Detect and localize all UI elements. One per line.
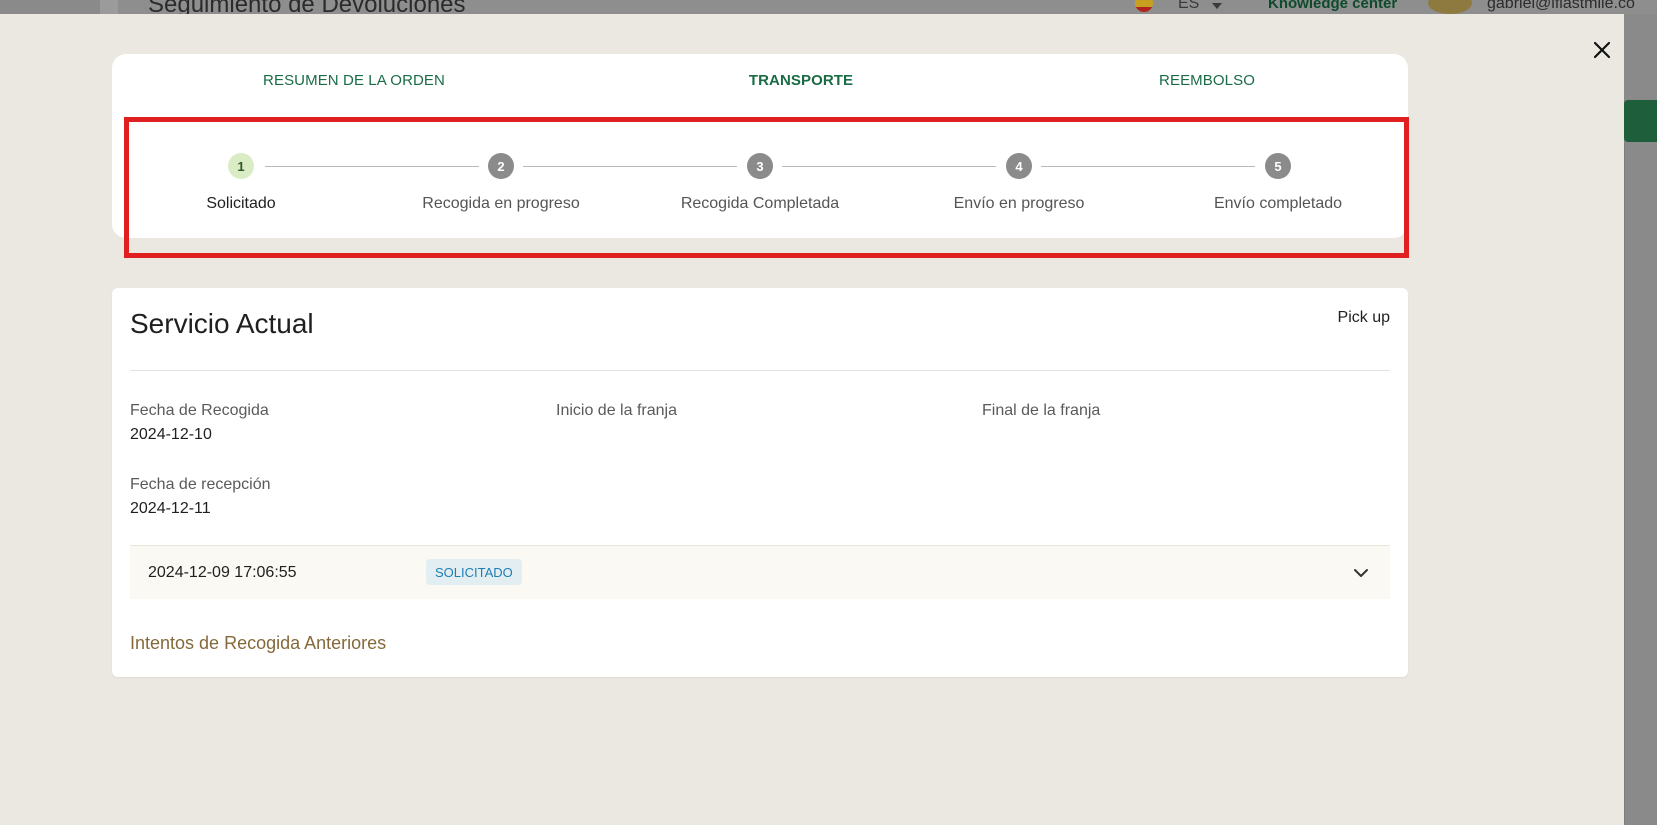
step-label: Envío en progreso	[953, 195, 1085, 212]
step-number: 3	[747, 153, 773, 179]
status-badge: SOLICITADO	[426, 559, 522, 585]
history-timestamp: 2024-12-09 17:06:55	[148, 564, 297, 581]
previous-pickup-attempts-link[interactable]: Intentos de Recogida Anteriores	[130, 633, 386, 654]
step-shipping-completed: 5 Envío completado	[1178, 153, 1378, 213]
slot-end-value	[982, 426, 1100, 444]
service-title: Servicio Actual	[130, 308, 314, 339]
step-label: Recogida en progreso	[422, 195, 580, 212]
slot-start-value	[556, 426, 677, 444]
close-icon	[1593, 41, 1611, 59]
step-number: 2	[488, 153, 514, 179]
reception-date-value: 2024-12-11	[130, 500, 211, 517]
pickup-date-value: 2024-12-10	[130, 426, 212, 443]
slot-end-label: Final de la franja	[982, 402, 1101, 419]
background-sidebar-edge	[100, 0, 118, 14]
step-pickup-completed: 3 Recogida Completada	[660, 153, 860, 213]
step-label: Solicitado	[206, 195, 276, 212]
tab-refund[interactable]: Reembolso	[1159, 72, 1255, 89]
status-history-row[interactable]: 2024-12-09 17:06:55 SOLICITADO	[130, 545, 1390, 599]
background-divider	[1624, 100, 1625, 825]
step-label: Recogida Completada	[680, 195, 840, 212]
pickup-date-field: Fecha de Recogida 2024-12-10	[130, 402, 269, 444]
step-label: Envío completado	[1213, 195, 1343, 212]
service-type: Pick up	[1337, 309, 1390, 326]
tab-transport[interactable]: Transporte	[749, 72, 853, 89]
knowledge-center-link[interactable]: Knowledge center	[1268, 0, 1397, 12]
step-shipping-in-progress: 4 Envío en progreso	[919, 153, 1119, 213]
step-requested: 1 Solicitado	[141, 153, 341, 213]
step-number: 1	[228, 153, 254, 179]
current-service-card: Servicio Actual Pick up Fecha de Recogid…	[112, 288, 1408, 677]
pickup-date-label: Fecha de Recogida	[130, 402, 269, 419]
step-pickup-in-progress: 2 Recogida en progreso	[401, 153, 601, 213]
step-number: 5	[1265, 153, 1291, 179]
expand-history-button[interactable]	[1350, 562, 1372, 584]
divider	[130, 370, 1390, 371]
tab-order-summary[interactable]: Resumen de la orden	[263, 72, 445, 89]
caret-down-icon	[1212, 3, 1222, 9]
reception-date-label: Fecha de recepción	[130, 476, 271, 493]
language-selector[interactable]: ES	[1178, 0, 1199, 13]
chevron-down-icon	[1354, 569, 1368, 577]
user-email: gabriel@lflastmile.co	[1487, 0, 1635, 12]
slot-start-field: Inicio de la franja	[556, 402, 677, 444]
spain-flag-icon[interactable]	[1135, 0, 1153, 12]
background-action-button[interactable]	[1624, 100, 1657, 142]
slot-end-field: Final de la franja	[982, 402, 1100, 444]
reception-date-field: Fecha de recepción 2024-12-11	[130, 476, 271, 518]
close-button[interactable]	[1588, 36, 1616, 64]
step-number: 4	[1006, 153, 1032, 179]
slot-start-label: Inicio de la franja	[556, 402, 677, 419]
